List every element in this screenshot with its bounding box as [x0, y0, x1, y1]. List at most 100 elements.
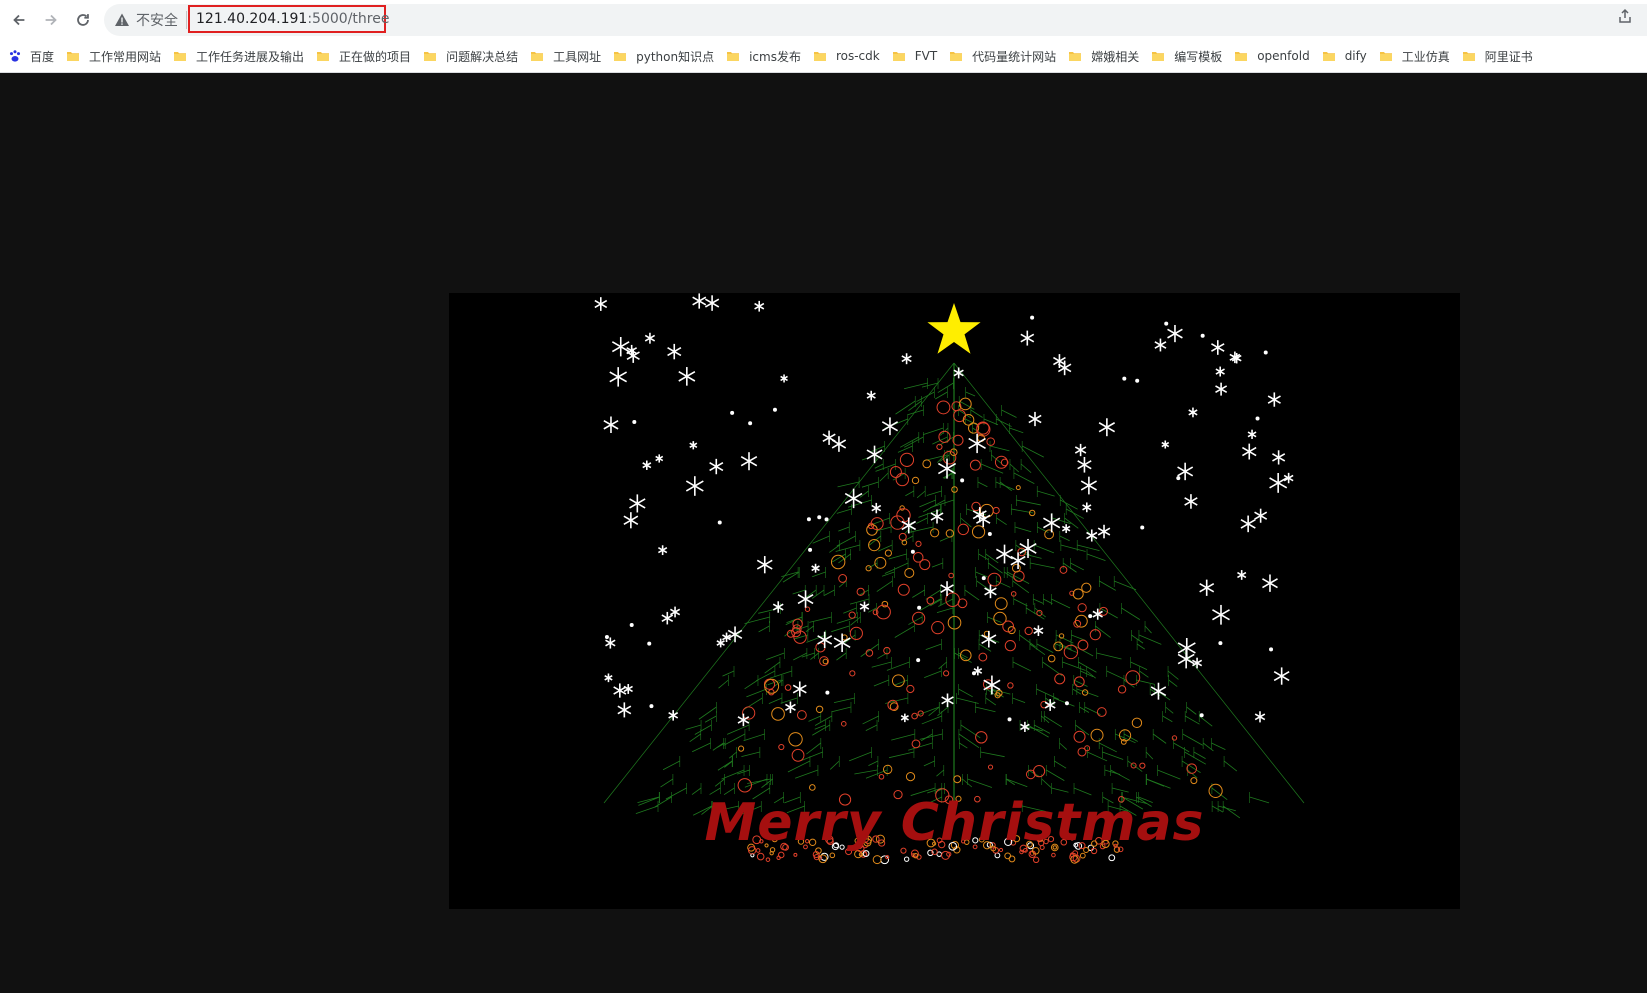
- bookmark-item[interactable]: python知识点: [606, 44, 719, 68]
- decoration-dot-icon: [1079, 852, 1086, 859]
- folder-icon: [531, 52, 544, 61]
- bookmark-item[interactable]: 问题解决总结: [416, 44, 523, 68]
- snowflake-icon: [754, 300, 765, 312]
- ornament-icon: [987, 764, 994, 770]
- snowflake-icon: [1080, 476, 1097, 495]
- ornament-icon: [1125, 670, 1141, 686]
- ornament-icon: [1073, 619, 1082, 628]
- ornament-icon: [930, 528, 940, 538]
- warning-icon[interactable]: [114, 12, 130, 28]
- ornament-icon: [1186, 763, 1198, 774]
- forward-button[interactable]: [38, 7, 64, 33]
- snowflake-icon: [1020, 330, 1035, 346]
- bookmark-item[interactable]: dify: [1315, 44, 1372, 68]
- security-status-label[interactable]: 不安全: [136, 10, 178, 30]
- decoration-dot-icon: [903, 856, 910, 862]
- ornament-icon: [915, 540, 922, 547]
- snow-dot-icon: [808, 547, 813, 552]
- ornament-icon: [943, 670, 950, 677]
- snowflake-icon: [594, 297, 608, 311]
- bookmark-item[interactable]: 工具网址: [523, 44, 606, 68]
- bookmark-item[interactable]: 工业仿真: [1372, 44, 1455, 68]
- ornament-icon: [987, 572, 1002, 587]
- snowflake-icon: [822, 430, 836, 445]
- browser-toolbar: 不安全 121.40.204.191:5000/three: [0, 0, 1647, 40]
- bookmark-item[interactable]: openfold: [1227, 44, 1314, 68]
- bookmark-label: 正在做的项目: [339, 49, 412, 64]
- bookmark-item[interactable]: 嫦娥相关: [1061, 44, 1144, 68]
- ornament-icon: [884, 549, 892, 557]
- url-field[interactable]: 121.40.204.191:5000/three: [188, 5, 389, 33]
- snow-dot-icon: [825, 690, 830, 695]
- snowflake-icon: [1240, 515, 1256, 533]
- ornament-icon: [1131, 717, 1143, 729]
- page-content: Merry Christmas: [0, 73, 1647, 993]
- ornament-icon: [791, 748, 805, 762]
- reload-icon: [77, 14, 89, 26]
- snowflake-icon: [901, 353, 912, 365]
- bookmark-item[interactable]: 正在做的项目: [309, 44, 416, 68]
- bookmarks-bar: 百度 工作常用网站 工作任务进展及输出 正在做的项目 问题解决总结 工具网址 python知…: [0, 40, 1647, 73]
- baidu-paw-icon: [9, 50, 21, 62]
- bookmark-item[interactable]: 百度: [0, 44, 59, 68]
- bookmark-item[interactable]: icms发布: [719, 44, 806, 68]
- snow-dot-icon: [1218, 641, 1223, 646]
- decoration-dot-icon: [872, 855, 882, 865]
- bookmark-item[interactable]: ros-cdk: [806, 44, 885, 68]
- snow-dot-icon: [1088, 614, 1093, 619]
- ornament-icon: [912, 611, 926, 625]
- bookmark-item[interactable]: 阿里证书: [1455, 44, 1538, 68]
- snowflake-icon: [780, 374, 788, 383]
- ornament-icon: [906, 684, 915, 694]
- decoration-dot-icon: [880, 855, 890, 865]
- ornament-icon: [882, 764, 893, 775]
- ornament-icon: [898, 532, 907, 541]
- ornament-icon: [978, 652, 988, 662]
- ornament-icon: [819, 656, 829, 666]
- ornament-icon: [838, 574, 848, 583]
- ornament-icon: [994, 597, 1008, 611]
- reload-button[interactable]: [70, 7, 96, 33]
- snow-dot-icon: [772, 407, 777, 412]
- bookmark-item[interactable]: FVT: [885, 44, 942, 68]
- ornament-icon: [1072, 588, 1084, 600]
- snow-dot-icon: [730, 410, 735, 415]
- snowflake-icon: [1161, 440, 1170, 449]
- snow-dot-icon: [647, 641, 652, 646]
- ornament-icon: [891, 674, 905, 688]
- ornament-icon: [815, 642, 826, 653]
- snowflake-icon: [617, 702, 632, 718]
- snowflake-icon: [866, 390, 876, 401]
- snowflake-icon: [1272, 450, 1286, 465]
- folder-icon: [892, 52, 905, 61]
- bookmark-item[interactable]: 工作常用网站: [59, 44, 166, 68]
- snowflake-icon: [737, 713, 750, 727]
- snowflake-icon: [685, 476, 704, 496]
- snowflake-icon: [1211, 340, 1225, 355]
- snowflake-icon: [689, 441, 698, 450]
- ornament-icon: [905, 772, 916, 782]
- share-icon[interactable]: [1617, 8, 1633, 24]
- ornament-icon: [849, 670, 856, 677]
- decoration-dot-icon: [1108, 854, 1116, 862]
- snowflake-icon: [981, 630, 997, 648]
- ornament-icon: [899, 452, 915, 467]
- snow-dot-icon: [910, 549, 915, 554]
- snow-dot-icon: [806, 517, 811, 522]
- bookmark-item[interactable]: 代码量统计网站: [942, 44, 1061, 68]
- ornament-icon: [919, 559, 931, 571]
- bookmark-label: 工作任务进展及输出: [196, 49, 305, 64]
- snow-dot-icon: [960, 478, 965, 483]
- bookmark-item[interactable]: 编写模板: [1144, 44, 1227, 68]
- folder-icon: [317, 52, 330, 61]
- snowflake-icon: [1237, 570, 1247, 580]
- back-button[interactable]: [6, 7, 32, 33]
- bookmark-item[interactable]: 工作任务进展及输出: [166, 44, 309, 68]
- snow-dot-icon: [1200, 333, 1205, 338]
- folder-icon: [1069, 52, 1082, 61]
- snowflake-icon: [1167, 324, 1183, 343]
- address-bar[interactable]: 不安全 121.40.204.191:5000/three: [104, 4, 1647, 36]
- snowflake-icon: [1199, 579, 1215, 596]
- snowflake-icon: [1215, 366, 1225, 377]
- snowflake-icon: [1154, 338, 1167, 352]
